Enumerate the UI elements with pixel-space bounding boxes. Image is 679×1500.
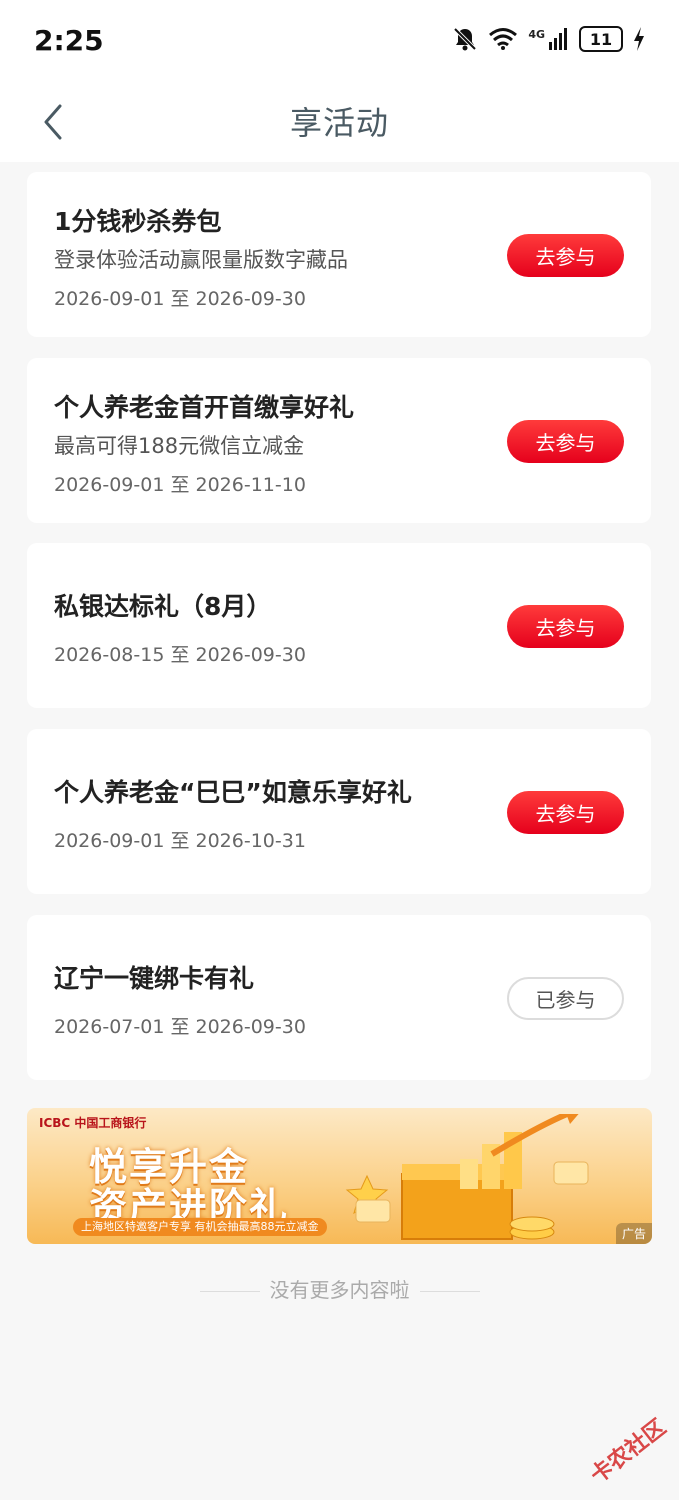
watermark-logo: 卡农社区 <box>586 1415 671 1489</box>
banner-subtitle: 上海地区特邀客户专享 有机会抽最高88元立减金 <box>73 1218 327 1236</box>
activity-title: 个人养老金“巳巳”如意乐享好礼 <box>54 778 412 807</box>
status-icons: 4G 11 <box>452 26 645 52</box>
end-text: 没有更多内容啦 <box>269 1278 410 1302</box>
join-button[interactable]: 去参与 <box>507 420 624 463</box>
charging-icon <box>634 27 644 51</box>
gift-box-icon <box>345 1114 589 1240</box>
activity-date: 2026-07-01 至 2026-09-30 <box>54 1016 306 1038</box>
join-button[interactable]: 去参与 <box>507 605 624 648</box>
join-button[interactable]: 去参与 <box>507 791 624 834</box>
activity-desc: 最高可得188元微信立减金 <box>54 434 305 458</box>
page-title: 享活动 <box>289 104 389 142</box>
nav-bar: 享活动 <box>0 84 679 162</box>
activity-card[interactable]: 辽宁一键绑卡有礼 2026-07-01 至 2026-09-30 已参与 <box>27 915 651 1080</box>
promo-banner[interactable]: ICBC 中国工商银行 悦享升金 资产进阶礼 上海地区特邀客户专享 有机会抽最高… <box>27 1108 652 1244</box>
network-type: 4G <box>528 27 545 41</box>
signal-icon <box>549 28 567 50</box>
ad-label: 广告 <box>615 1223 652 1244</box>
status-time: 2:25 <box>34 24 104 57</box>
status-bar: 2:25 4G 11 <box>0 0 679 84</box>
divider-left <box>199 1291 260 1292</box>
activity-date: 2026-09-01 至 2026-10-31 <box>54 830 306 852</box>
activity-title: 1分钱秒杀券包 <box>54 207 222 236</box>
activity-card[interactable]: 1分钱秒杀券包 登录体验活动赢限量版数字藏品 2026-09-01 至 2026… <box>27 172 651 337</box>
activity-title: 私银达标礼（8月） <box>54 592 272 621</box>
activity-card[interactable]: 个人养老金“巳巳”如意乐享好礼 2026-09-01 至 2026-10-31 … <box>27 729 651 894</box>
bank-logo: ICBC 中国工商银行 <box>39 1116 147 1130</box>
activity-card[interactable]: 个人养老金首开首缴享好礼 最高可得188元微信立减金 2026-09-01 至 … <box>27 358 651 523</box>
wifi-icon <box>489 28 518 50</box>
activity-date: 2026-09-01 至 2026-11-10 <box>54 474 306 496</box>
join-button[interactable]: 去参与 <box>507 234 624 277</box>
divider-right <box>419 1291 480 1292</box>
bell-muted-icon <box>453 27 477 51</box>
activity-date: 2026-08-15 至 2026-09-30 <box>54 644 306 666</box>
activity-title: 辽宁一键绑卡有礼 <box>54 964 255 993</box>
end-of-list-note: 没有更多内容啦 <box>0 1274 679 1303</box>
battery-level: 11 <box>589 29 613 49</box>
activity-card[interactable]: 私银达标礼（8月） 2026-08-15 至 2026-09-30 去参与 <box>27 543 651 708</box>
battery-icon: 11 <box>579 26 623 52</box>
activity-date: 2026-09-01 至 2026-09-30 <box>54 288 306 310</box>
joined-button[interactable]: 已参与 <box>507 977 624 1020</box>
activity-title: 个人养老金首开首缴享好礼 <box>54 393 355 422</box>
activity-desc: 登录体验活动赢限量版数字藏品 <box>54 248 348 272</box>
